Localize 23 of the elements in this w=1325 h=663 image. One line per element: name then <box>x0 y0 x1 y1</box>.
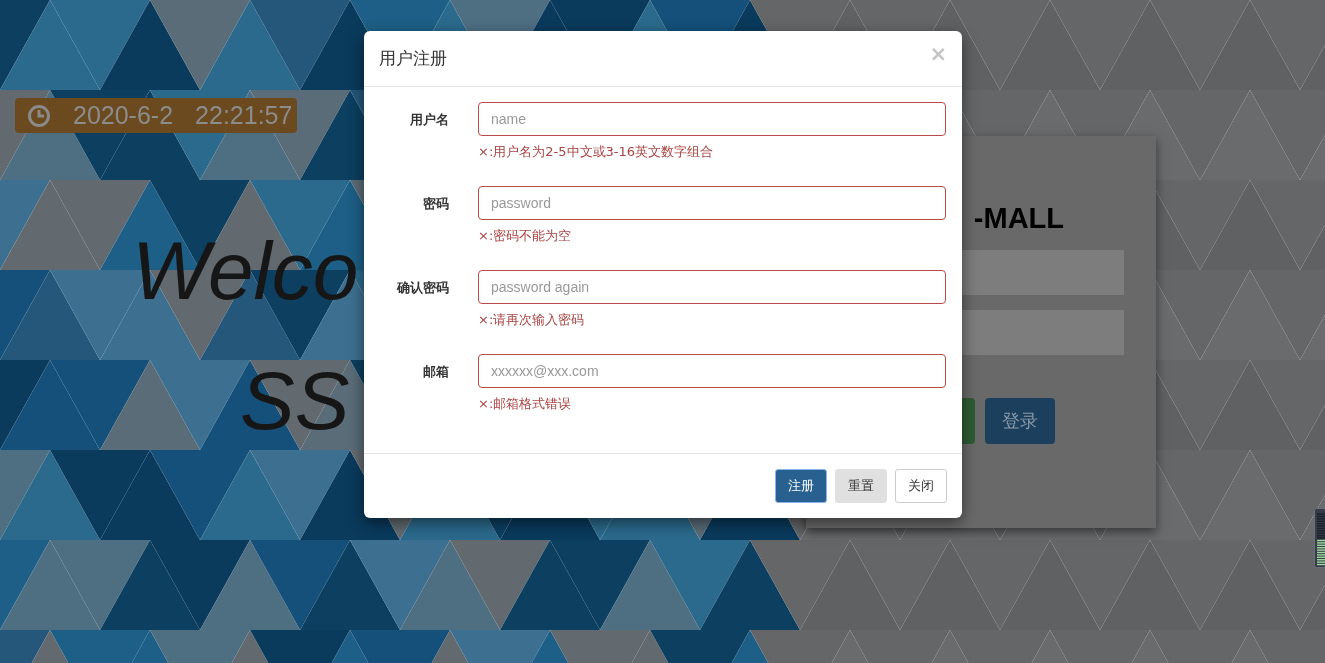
input-field[interactable]: password <box>478 186 946 220</box>
error-message: ×:邮箱格式错误 <box>478 395 573 413</box>
error-message: ×:用户名为2-5中文或3-16英文数字组合 <box>478 143 714 161</box>
dialog-button[interactable]: 关闭 <box>895 469 947 503</box>
level-meter-icon <box>1314 508 1325 568</box>
clock-date: 2020-6-2 <box>73 101 174 130</box>
login-button[interactable]: 登录 <box>985 398 1055 444</box>
input-field[interactable]: xxxxxx@xxx.com <box>478 354 946 388</box>
dialog-button[interactable]: 注册 <box>775 469 827 503</box>
dialog-title: 用户注册 <box>379 47 447 70</box>
field-label: 邮箱 <box>422 363 449 381</box>
login-title: -MALL <box>973 202 1064 235</box>
error-message: ×:密码不能为空 <box>478 227 573 245</box>
field-label: 确认密码 <box>395 279 449 297</box>
field-label: 用户名 <box>409 111 449 129</box>
welcome-heading: Welco <box>132 230 359 312</box>
clock-icon <box>27 103 51 128</box>
input-field[interactable]: password again <box>478 270 946 304</box>
field-label: 密码 <box>422 195 449 213</box>
error-message: ×:请再次输入密码 <box>478 311 586 329</box>
input-field[interactable]: name <box>478 102 946 136</box>
dialog-button[interactable]: 重置 <box>835 469 887 503</box>
clock-time: 22:21:57 <box>195 101 293 130</box>
